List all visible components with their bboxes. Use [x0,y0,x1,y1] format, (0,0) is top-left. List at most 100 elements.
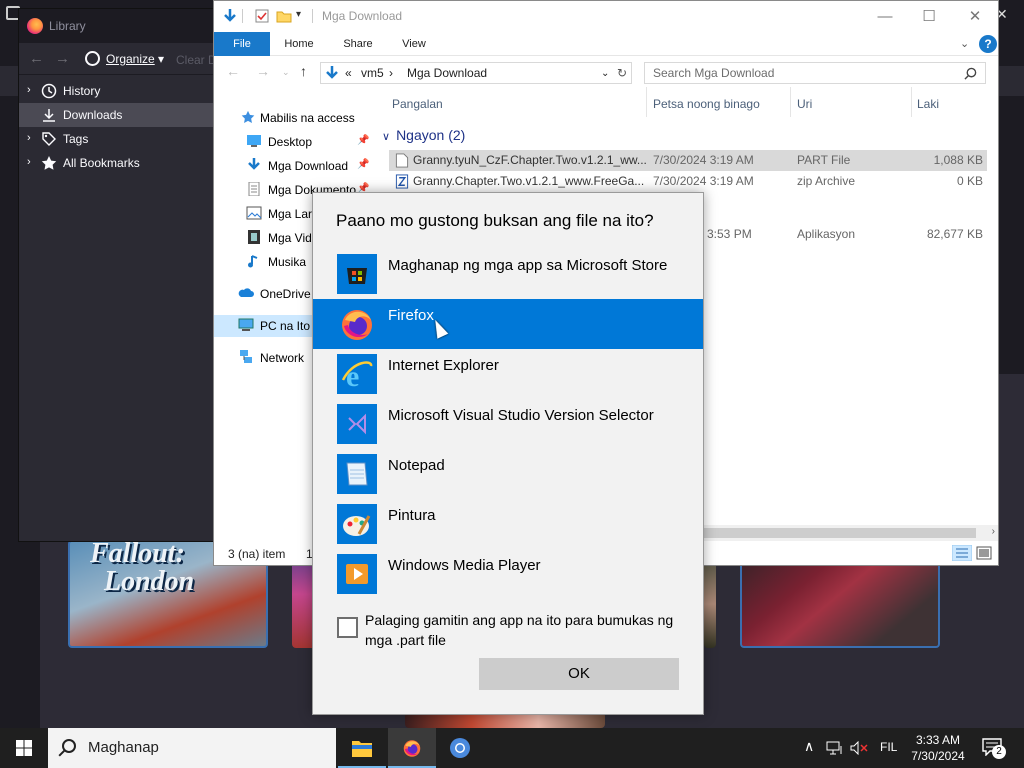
back-arrow-icon[interactable]: ← [226,63,240,79]
file-size: 82,677 KB [926,227,983,241]
tab-home[interactable]: Home [276,32,322,56]
library-item-history[interactable]: › History [19,79,215,103]
app-name: Microsoft Visual Studio Version Selector [388,407,654,424]
app-option-windows-media-player[interactable]: Windows Media Player [313,549,703,599]
file-row[interactable]: Granny.tyuN_CzF.Chapter.Two.v1.2.1_ww...… [389,150,987,171]
taskbar-chromium[interactable] [436,728,484,768]
firefox-icon [403,740,421,757]
maximize-button[interactable]: ☐ [906,5,952,29]
always-use-label[interactable]: Palaging gamitin ang app na ito para bum… [365,610,685,650]
app-option-notepad[interactable]: Notepad [313,449,703,499]
app-option-internet-explorer[interactable]: e Internet Explorer [313,349,703,399]
back-arrow-icon[interactable]: ← [29,50,44,67]
store-icon [337,254,377,294]
chevron-down-icon[interactable]: ∨ [382,131,390,143]
tab-share[interactable]: Share [336,32,380,56]
expand-ribbon-icon[interactable]: ⌄ [960,37,969,50]
breadcrumb-overflow[interactable]: « [345,66,352,80]
nav-item-label: Desktop [268,135,313,149]
start-button[interactable] [0,728,48,768]
new-folder-icon[interactable] [276,8,292,24]
taskbar-file-explorer[interactable] [338,728,386,768]
group-header-today[interactable]: ∨ Ngayon (2) [382,127,465,143]
minimize-button[interactable]: — [862,5,908,29]
forward-arrow-icon[interactable]: → [55,50,70,67]
details-view-icon[interactable] [952,545,972,561]
clear-downloads-button[interactable]: Clear D [176,53,217,67]
properties-icon[interactable] [254,8,270,24]
help-icon[interactable]: ? [979,35,997,53]
app-option-visual-studio-selector[interactable]: Microsoft Visual Studio Version Selector [313,399,703,449]
library-item-downloads[interactable]: Downloads [19,103,215,127]
chevron-right-icon[interactable]: › [27,156,31,168]
app-name: Maghanap ng mga app sa Microsoft Store [388,257,668,274]
folder-icon [352,741,372,757]
video-icon [248,230,260,244]
always-use-checkbox[interactable] [337,617,358,638]
network-icon [240,350,252,363]
large-icons-view-icon[interactable] [976,545,992,561]
customize-quick-access-icon[interactable]: ▾ [296,9,312,25]
breadcrumb-separator[interactable]: › [389,66,393,80]
pin-icon[interactable]: 📌 [357,135,369,146]
vertical-scrollbar[interactable] [990,87,998,525]
library-window: Library ← → Organize ▾ Clear D › History… [18,8,228,542]
up-arrow-icon[interactable]: ↑ [300,63,307,79]
volume-muted-icon[interactable] [850,741,868,755]
library-item-all-bookmarks[interactable]: › All Bookmarks [19,151,215,175]
scrollbar-thumb[interactable] [704,528,976,538]
scroll-right-icon[interactable]: › [992,526,995,537]
pin-icon[interactable]: 📌 [357,159,369,170]
action-center-button[interactable]: 2 [982,738,1006,759]
show-hidden-icons-icon[interactable]: ∧ [804,738,814,755]
close-button[interactable]: ✕ [952,5,998,29]
app-option-firefox[interactable]: Firefox [313,299,703,349]
breadcrumb-mga-download[interactable]: Mga Download [407,66,487,80]
column-divider[interactable] [790,87,791,117]
nav-item-label: Musika [268,255,307,269]
nav-item-this-pc[interactable]: PC na Ito [214,315,314,337]
recent-locations-icon[interactable]: ⌄ [282,67,290,78]
chevron-right-icon[interactable]: › [27,132,31,144]
address-bar[interactable]: « vm5 › Mga Download ⌄ ↻ [320,62,632,84]
column-divider[interactable] [911,87,912,117]
input-language-indicator[interactable]: FIL [880,740,897,754]
ok-button[interactable]: OK [479,658,679,690]
tab-file[interactable]: File [214,32,270,56]
nav-item-label: PC na Ito [260,319,311,333]
clock[interactable]: 3:33 AM 7/30/2024 [905,732,971,764]
cloud-icon [238,288,254,297]
app-option-microsoft-store[interactable]: Maghanap ng mga app sa Microsoft Store [313,249,703,299]
taskbar-search-input[interactable]: Maghanap [48,728,336,768]
library-item-label: All Bookmarks [63,156,140,170]
game-tile-title: Fallout: London [90,538,195,597]
chevron-right-icon[interactable]: › [27,84,31,96]
desktop-icon [247,135,261,147]
library-item-tags[interactable]: › Tags [19,127,215,151]
file-type: PART File [797,153,851,167]
windows-logo-icon [16,740,32,756]
game-tile[interactable] [704,560,716,648]
refresh-icon[interactable]: ↻ [617,66,627,80]
taskbar-firefox[interactable] [388,728,436,768]
nav-item-desktop[interactable]: Desktop 📌 [214,131,374,153]
file-row[interactable]: Granny.Chapter.Two.v1.2.1_www.FreeGa... … [389,171,987,192]
breadcrumb-vm5[interactable]: vm5 [361,66,384,80]
nav-item-downloads[interactable]: Mga Download 📌 [214,155,374,177]
titlebar-divider [312,9,313,23]
organize-button[interactable]: Organize ▾ [85,51,164,66]
column-header-size[interactable]: Laki [917,97,939,117]
search-input[interactable]: Search Mga Download [644,62,986,84]
tab-view[interactable]: View [394,32,434,56]
column-header-type[interactable]: Uri [797,97,812,117]
app-option-paint[interactable]: Pintura [313,499,703,549]
column-divider[interactable] [646,87,647,117]
column-header-name[interactable]: Pangalan [392,97,443,117]
column-header-date[interactable]: Petsa noong binago [653,97,760,117]
chevron-down-icon[interactable]: ⌄ [601,68,609,79]
network-icon[interactable] [826,741,844,755]
horizontal-scrollbar[interactable]: › [704,525,998,541]
library-toolbar: ← → Organize ▾ Clear D [19,43,227,75]
nav-item-quick-access[interactable]: Mabilis na access [214,107,374,129]
forward-arrow-icon[interactable]: → [256,63,270,79]
